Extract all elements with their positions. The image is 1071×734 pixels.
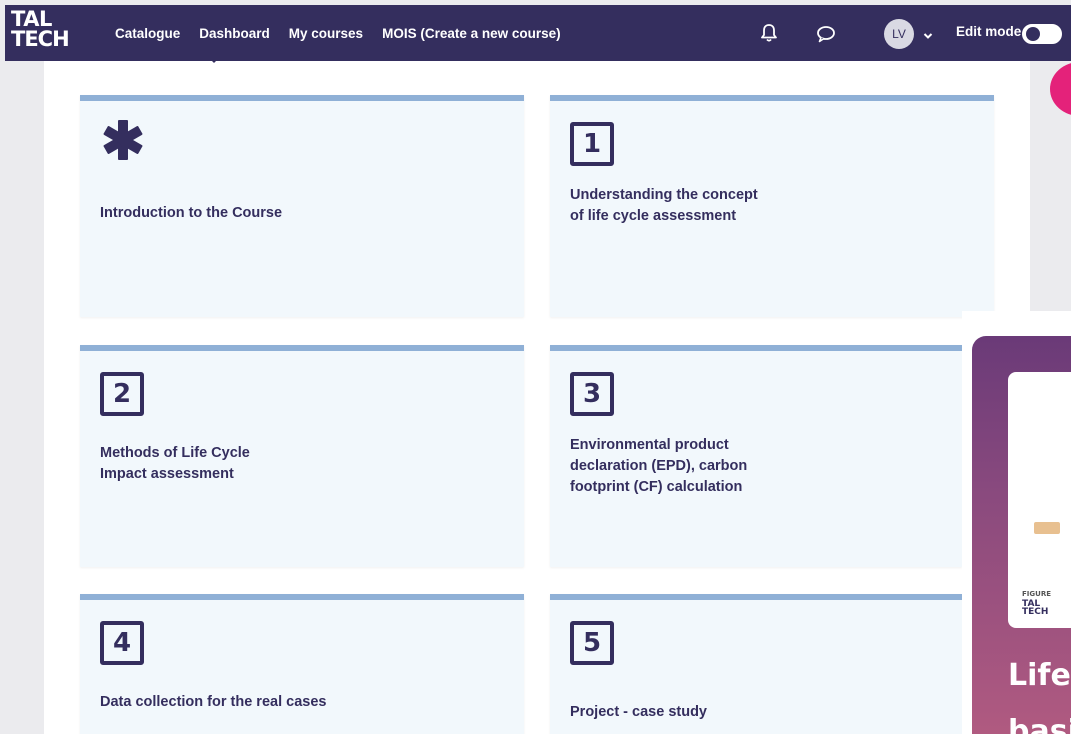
logo-line-2: TECH: [1022, 607, 1049, 617]
bell-icon[interactable]: [757, 21, 781, 45]
taltech-logo-small: TAL TECH: [1022, 600, 1049, 617]
section-number-badge: 1: [570, 122, 614, 166]
section-number-badge: 5: [570, 621, 614, 665]
asterisk-icon: [98, 115, 148, 170]
logo-line-2: TECH: [11, 27, 70, 51]
panel-gap: [962, 336, 972, 734]
section-title: Introduction to the Course: [100, 205, 283, 221]
chevron-down-icon[interactable]: [923, 27, 933, 45]
panel-gap: [962, 311, 1071, 336]
section-card-1[interactable]: 1 Understanding the concept of life cycl…: [550, 95, 994, 317]
section-title: Data collection for the real cases: [100, 694, 327, 710]
edit-mode-toggle[interactable]: [1022, 24, 1062, 44]
figure-caption: FIGURE: [1022, 590, 1051, 598]
course-promo-panel[interactable]: FIGURE TAL TECH Life basi: [972, 336, 1071, 734]
left-margin: [0, 61, 44, 734]
section-title: Environmental product declaration (EPD),…: [570, 437, 748, 495]
top-navbar: TAL TECH Catalogue Dashboard My courses …: [5, 5, 1071, 61]
active-nav-indicator: [207, 56, 221, 63]
user-avatar[interactable]: LV: [884, 19, 914, 49]
chat-icon[interactable]: [814, 22, 838, 46]
nav-dashboard[interactable]: Dashboard: [199, 26, 270, 41]
section-number-badge: 3: [570, 372, 614, 416]
toggle-knob: [1026, 27, 1040, 41]
nav-catalogue[interactable]: Catalogue: [115, 26, 180, 41]
edit-mode-label: Edit mode: [956, 24, 1022, 39]
primary-navigation: Catalogue Dashboard My courses MOIS (Cre…: [115, 5, 561, 61]
taltech-logo[interactable]: TAL TECH: [11, 9, 93, 55]
section-card-4[interactable]: 4 Data collection for the real cases: [80, 594, 524, 734]
figure-diagram-box: [1034, 522, 1060, 534]
section-number-badge: 2: [100, 372, 144, 416]
nav-mois-create-course[interactable]: MOIS (Create a new course): [382, 26, 561, 41]
section-card-5[interactable]: 5 Project - case study: [550, 594, 962, 734]
section-number-badge: 4: [100, 621, 144, 665]
section-card-intro[interactable]: Introduction to the Course: [80, 95, 524, 317]
section-title: Methods of Life Cycle Impact assessment: [100, 445, 250, 482]
section-card-3[interactable]: 3 Environmental product declaration (EPD…: [550, 345, 962, 567]
section-card-2[interactable]: 2 Methods of Life Cycle Impact assessmen…: [80, 345, 524, 567]
promo-title: Life: [1008, 658, 1071, 693]
logo-line-1: TAL: [11, 7, 52, 31]
nav-my-courses[interactable]: My courses: [289, 26, 363, 41]
promo-subtitle: basi: [1008, 714, 1071, 734]
section-title: Project - case study: [570, 704, 707, 720]
promo-figure-image: FIGURE TAL TECH: [1008, 372, 1071, 628]
section-title: Understanding the concept of life cycle …: [570, 187, 758, 224]
